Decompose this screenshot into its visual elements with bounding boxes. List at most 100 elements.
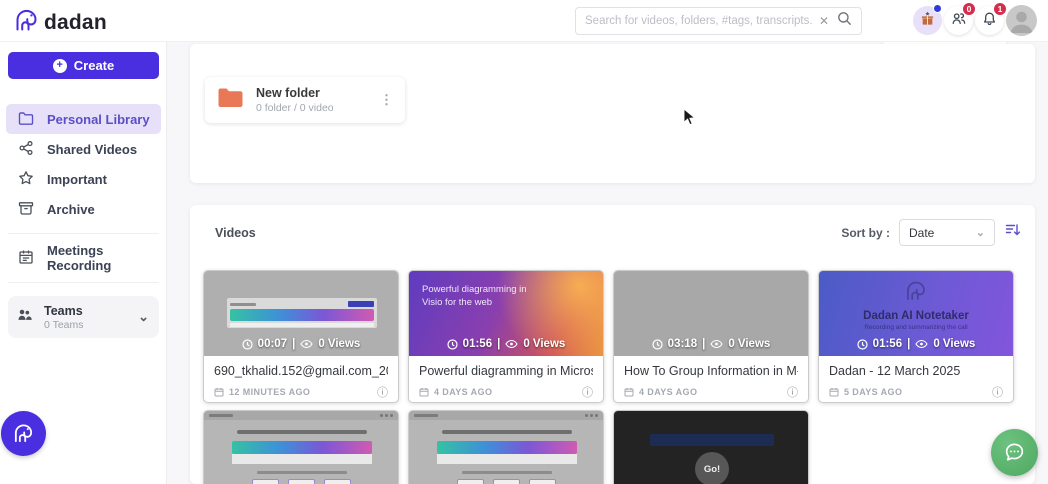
video-overlay-stats: 00:07 | 0 Views: [204, 338, 398, 350]
dadan-elephant-icon: [13, 7, 40, 39]
video-thumbnail[interactable]: [204, 411, 398, 484]
rewards-button[interactable]: [913, 6, 942, 35]
video-age: 4 DAYS AGO: [639, 387, 787, 397]
videos-section: Videos Sort by : Date ⌄: [190, 205, 1035, 484]
notifications-button[interactable]: 1: [975, 6, 1004, 35]
clock-icon: [857, 339, 868, 350]
sidebar-item-important[interactable]: Important: [6, 164, 161, 194]
share-icon: [18, 140, 34, 159]
star-icon: [18, 170, 34, 189]
folder-card[interactable]: New folder 0 folder / 0 video ⋮: [205, 77, 405, 123]
clock-icon: [242, 339, 253, 350]
gift-icon: [920, 11, 935, 31]
notifications-badge: 1: [993, 2, 1007, 16]
video-card[interactable]: [408, 410, 604, 484]
sidebar-divider: [8, 282, 159, 283]
folder-orange-icon: [217, 87, 244, 113]
app-logo[interactable]: dadan: [13, 7, 107, 39]
video-thumbnail[interactable]: [409, 411, 603, 484]
video-overlay-stats: 01:56 | 0 Views: [409, 338, 603, 350]
video-thumbnail[interactable]: Dadan AI Notetaker Recording and summari…: [819, 271, 1013, 356]
top-bar: dadan ✕: [0, 0, 1048, 42]
video-card[interactable]: Go!: [613, 410, 809, 484]
folder-title: New folder: [256, 86, 376, 100]
sort-direction-icon[interactable]: [1004, 222, 1021, 243]
dadan-elephant-icon: [12, 422, 35, 445]
chat-bubble-icon: [1002, 440, 1027, 465]
video-card[interactable]: 00:07 | 0 Views 690_tkhalid.152@gmail.co…: [203, 270, 399, 403]
video-age: 12 MINUTES AGO: [229, 387, 377, 397]
eye-icon: [505, 339, 518, 349]
main-content: New folder 0 folder / 0 video ⋮ Videos S…: [167, 42, 1048, 484]
video-thumbnail[interactable]: 00:07 | 0 Views: [204, 271, 398, 356]
create-button-label: Create: [74, 58, 114, 73]
sort-dropdown[interactable]: Date ⌄: [899, 219, 995, 246]
eye-icon: [300, 339, 313, 349]
video-age: 5 DAYS AGO: [844, 387, 992, 397]
dadan-fab-button[interactable]: [1, 411, 46, 456]
user-avatar[interactable]: [1006, 5, 1037, 36]
video-age: 4 DAYS AGO: [434, 387, 582, 397]
clock-icon: [447, 339, 458, 350]
video-card[interactable]: Dadan AI Notetaker Recording and summari…: [818, 270, 1014, 403]
video-title: 690_tkhalid.152@gmail.com_2025-03-...: [214, 364, 388, 378]
rewards-dot-badge: [933, 4, 942, 13]
sidebar-item-personal-library[interactable]: Personal Library: [6, 104, 161, 134]
clock-icon: [652, 339, 663, 350]
dadan-mark-icon: [904, 279, 928, 308]
sort-value: Date: [909, 226, 934, 240]
video-overlay-stats: 03:18 | 0 Views: [614, 338, 808, 350]
calendar-small-icon: [214, 387, 224, 397]
calendar-small-icon: [419, 387, 429, 397]
videos-section-title: Videos: [215, 226, 256, 240]
teams-icon: [16, 306, 33, 328]
eye-icon: [915, 339, 928, 349]
video-card[interactable]: 03:18 | 0 Views How To Group Information…: [613, 270, 809, 403]
sidebar-item-meetings-recording[interactable]: Meetings Recording: [6, 243, 161, 273]
teams-selector[interactable]: Teams 0 Teams ⌄: [8, 296, 159, 338]
teams-label: Teams: [44, 304, 127, 318]
chat-support-button[interactable]: [991, 429, 1038, 476]
video-card[interactable]: [203, 410, 399, 484]
members-badge: 0: [962, 2, 976, 16]
sidebar-item-label: Important: [47, 172, 107, 187]
chevron-down-icon: ⌄: [976, 226, 985, 239]
create-button[interactable]: + Create: [8, 52, 159, 79]
clear-search-icon[interactable]: ✕: [819, 14, 829, 28]
thumbnail-caption: Powerful diagramming in Visio for the we…: [422, 283, 547, 310]
video-overlay-stats: 01:56 | 0 Views: [819, 338, 1013, 350]
search-icon[interactable]: [837, 11, 852, 31]
sidebar-item-label: Archive: [47, 202, 95, 217]
video-thumbnail[interactable]: Go!: [614, 411, 808, 484]
calendar-small-icon: [829, 387, 839, 397]
info-icon[interactable]: ⓘ: [992, 384, 1003, 400]
calendar-icon: [18, 249, 34, 268]
search-bar[interactable]: ✕: [575, 7, 862, 35]
archive-icon: [18, 200, 34, 219]
info-icon[interactable]: ⓘ: [377, 384, 388, 400]
video-card[interactable]: Powerful diagramming in Visio for the we…: [408, 270, 604, 403]
sidebar-item-label: Meetings Recording: [47, 243, 161, 273]
folders-section: New folder 0 folder / 0 video ⋮: [190, 44, 1035, 183]
sidebar-item-archive[interactable]: Archive: [6, 194, 161, 224]
sort-controls: Sort by : Date ⌄: [841, 219, 1021, 246]
sidebar-item-shared-videos[interactable]: Shared Videos: [6, 134, 161, 164]
video-title: How To Group Information in M-Files...: [624, 364, 798, 378]
info-icon[interactable]: ⓘ: [787, 384, 798, 400]
eye-icon: [710, 339, 723, 349]
folder-icon: [18, 110, 34, 129]
search-input[interactable]: [585, 15, 815, 27]
thumbnail-screenshot: [227, 298, 377, 328]
calendar-small-icon: [624, 387, 634, 397]
video-title: Powerful diagramming in Microsoft V...: [419, 364, 593, 378]
video-thumbnail[interactable]: Powerful diagramming in Visio for the we…: [409, 271, 603, 356]
members-button[interactable]: 0: [944, 6, 973, 35]
plus-icon: +: [53, 59, 67, 73]
folder-count: 0 folder / 0 video: [256, 102, 376, 114]
go-badge: Go!: [695, 452, 729, 484]
video-thumbnail[interactable]: 03:18 | 0 Views: [614, 271, 808, 356]
video-title: Dadan - 12 March 2025: [829, 364, 1003, 378]
kebab-menu-icon[interactable]: ⋮: [376, 90, 397, 110]
info-icon[interactable]: ⓘ: [582, 384, 593, 400]
sidebar-divider: [8, 233, 159, 234]
